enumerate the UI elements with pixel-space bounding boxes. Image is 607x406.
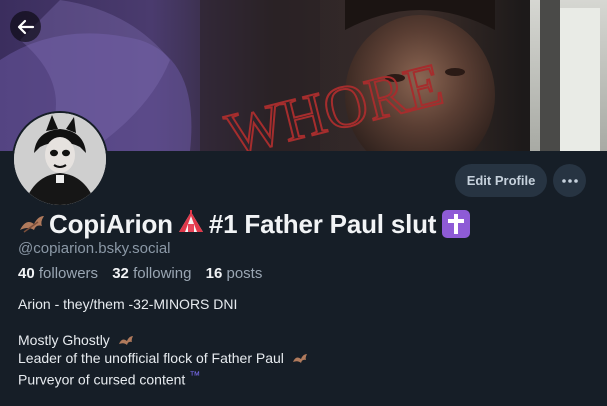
- profile-page: WHORE Edit Profile CopiArion #1 Father P…: [0, 0, 607, 406]
- bat-emoji-icon: [20, 216, 44, 233]
- latin-cross-emoji-icon: [442, 210, 471, 238]
- following-label: following: [133, 265, 192, 282]
- bio-line: Leader of the unofficial flock of Father…: [18, 349, 308, 367]
- avatar-image: [14, 113, 106, 205]
- bio-text: Purveyor of cursed content: [18, 371, 186, 388]
- circus-tent-emoji-icon: [178, 210, 203, 232]
- bio-text: Mostly Ghostly: [18, 332, 110, 348]
- display-name-part1: CopiArion: [49, 208, 173, 239]
- avatar[interactable]: [12, 111, 108, 207]
- bat-emoji-icon: [292, 354, 307, 363]
- profile-stats: 40 followers 32 following 16 posts: [18, 265, 272, 282]
- posts-label: posts: [226, 265, 263, 282]
- followers-link[interactable]: 40 followers: [18, 265, 102, 282]
- following-link[interactable]: 32 following: [112, 265, 195, 282]
- trademark-symbol: ™: [189, 370, 201, 382]
- edit-profile-button[interactable]: Edit Profile: [455, 164, 547, 197]
- profile-handle: @copiarion.bsky.social: [18, 240, 171, 257]
- following-count: 32: [112, 265, 129, 282]
- bio-line: Purveyor of cursed content ™: [18, 367, 308, 388]
- more-options-button[interactable]: [553, 164, 586, 197]
- bio-text: Leader of the unofficial flock of Father…: [18, 350, 284, 366]
- back-button[interactable]: [10, 11, 41, 42]
- arrow-left-icon: [17, 19, 34, 34]
- bio-line: Arion - they/them -32-MINORS DNI: [18, 296, 238, 312]
- bio-line: Mostly Ghostly: [18, 331, 308, 349]
- followers-count: 40: [18, 265, 35, 282]
- profile-bio: Arion - they/them -32-MINORS DNI Mostly …: [18, 295, 308, 388]
- bat-emoji-icon: [118, 336, 133, 345]
- more-horizontal-icon: [561, 178, 578, 183]
- posts-count: 16: [205, 265, 223, 282]
- display-name-part2: #1 Father Paul slut: [208, 208, 437, 239]
- display-name: CopiArion #1 Father Paul slut: [18, 205, 471, 243]
- posts-count-group: 16 posts: [206, 265, 263, 282]
- bio-spacer: [18, 313, 308, 331]
- followers-label: followers: [38, 265, 99, 282]
